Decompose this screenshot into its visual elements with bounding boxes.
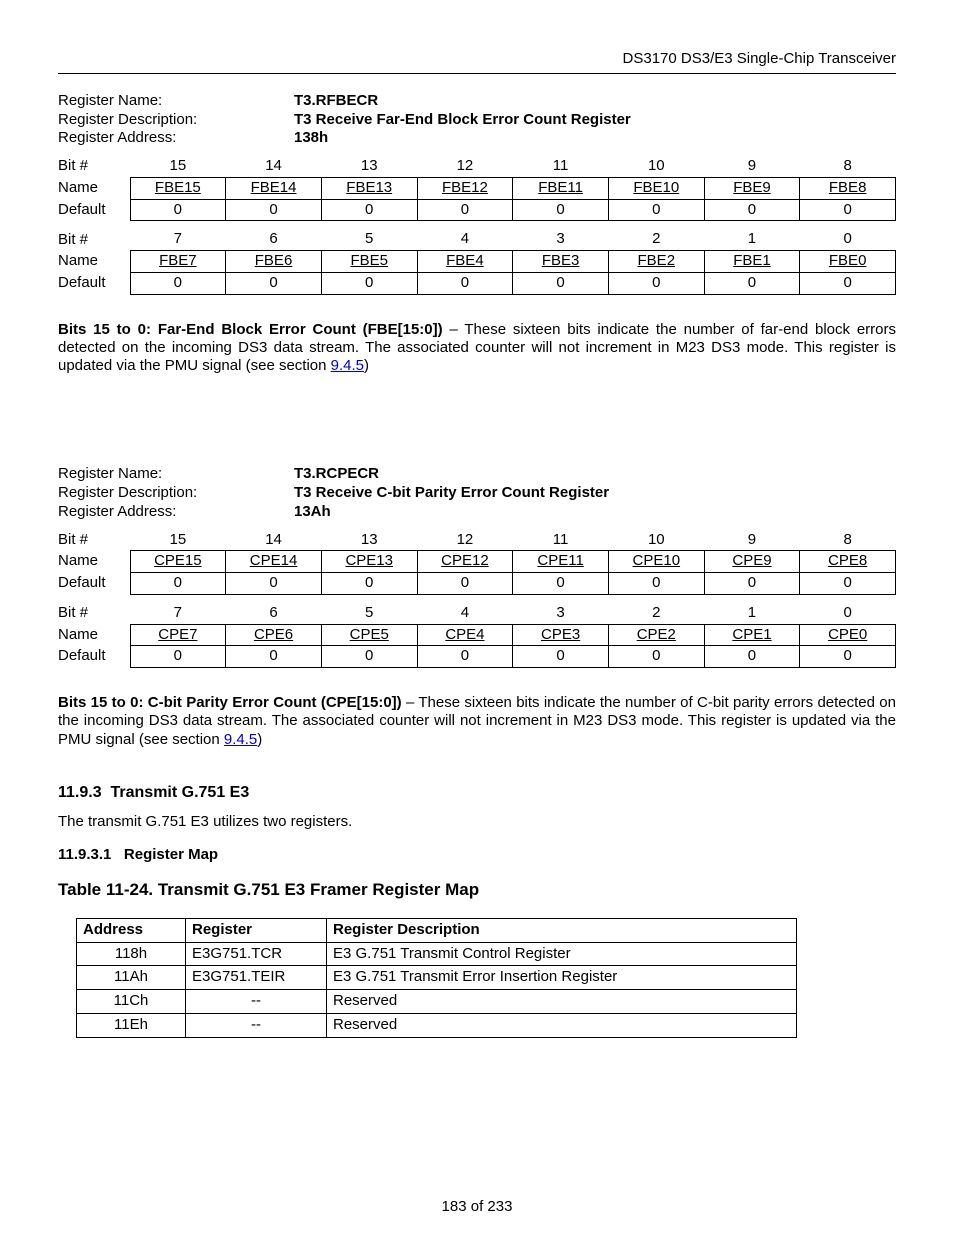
col-register: Register bbox=[186, 918, 327, 942]
table-row: 11Ah E3G751.TEIR E3 G.751 Transmit Error… bbox=[77, 966, 797, 990]
bit-table-rfbecr-lo: Bit # 76543210 Name FBE7FBE6FBE5FBE4FBE3… bbox=[58, 229, 896, 294]
table-row: 11Eh -- Reserved bbox=[77, 1013, 797, 1037]
table-row: 11Ch -- Reserved bbox=[77, 990, 797, 1014]
label-bit: Bit # bbox=[58, 156, 130, 177]
description-rfbecr: Bits 15 to 0: Far-End Block Error Count … bbox=[58, 321, 896, 376]
value-register-address: 138h bbox=[294, 129, 328, 148]
bit-table-rcpecr-lo: Bit # 76543210 Name CPE7CPE6CPE5CPE4CPE3… bbox=[58, 603, 896, 668]
value-register-description: T3 Receive C-bit Parity Error Count Regi… bbox=[294, 484, 609, 503]
label-register-description: Register Description: bbox=[58, 111, 294, 130]
value-register-name: T3.RFBECR bbox=[294, 92, 378, 111]
col-description: Register Description bbox=[327, 918, 797, 942]
col-address: Address bbox=[77, 918, 186, 942]
register-header-rfbecr: Register Name: T3.RFBECR Register Descri… bbox=[58, 92, 896, 148]
label-default: Default bbox=[58, 199, 130, 221]
link-section-945[interactable]: 9.4.5 bbox=[331, 357, 364, 374]
value-register-description: T3 Receive Far-End Block Error Count Reg… bbox=[294, 111, 631, 130]
link-section-945[interactable]: 9.4.5 bbox=[224, 731, 257, 748]
value-register-name: T3.RCPECR bbox=[294, 465, 379, 484]
header-rule bbox=[58, 73, 896, 74]
label-register-name: Register Name: bbox=[58, 92, 294, 111]
label-name: Name bbox=[58, 177, 130, 199]
page-footer: 183 of 233 bbox=[58, 1198, 896, 1217]
section-intro: The transmit G.751 E3 utilizes two regis… bbox=[58, 813, 896, 832]
bit-table-rcpecr-hi: Bit # 15141312111098 Name CPE15CPE14CPE1… bbox=[58, 530, 896, 595]
subsection-heading: 11.9.3.1 Register Map bbox=[58, 846, 896, 865]
table-row: 118h E3G751.TCR E3 G.751 Transmit Contro… bbox=[77, 942, 797, 966]
section-heading: 11.9.3 Transmit G.751 E3 bbox=[58, 783, 896, 803]
bit-table-rfbecr-hi: Bit # 15141312111098 Name FBE15FBE14FBE1… bbox=[58, 156, 896, 221]
label-register-address: Register Address: bbox=[58, 129, 294, 148]
value-register-address: 13Ah bbox=[294, 503, 331, 522]
table-title: Table 11-24. Transmit G.751 E3 Framer Re… bbox=[58, 879, 896, 900]
register-map-table: Address Register Register Description 11… bbox=[76, 918, 797, 1038]
description-rcpecr: Bits 15 to 0: C-bit Parity Error Count (… bbox=[58, 694, 896, 749]
page-header: DS3170 DS3/E3 Single-Chip Transceiver bbox=[58, 50, 896, 69]
register-header-rcpecr: Register Name: T3.RCPECR Register Descri… bbox=[58, 465, 896, 521]
